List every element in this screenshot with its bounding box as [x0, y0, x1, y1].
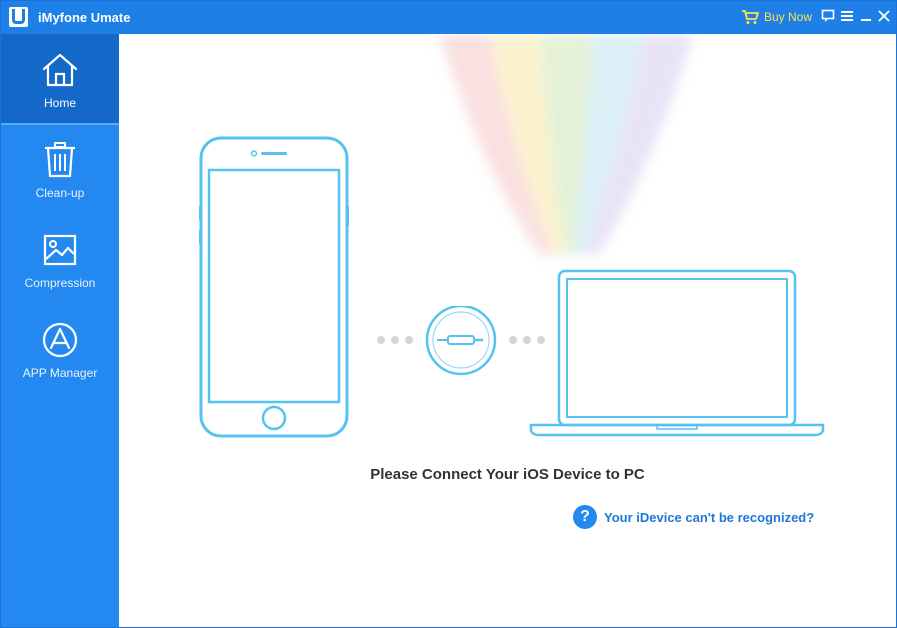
home-icon: [42, 53, 78, 87]
device-not-recognized-link[interactable]: ? Your iDevice can't be recognized?: [573, 505, 814, 529]
iphone-illustration-icon: [199, 136, 349, 438]
question-icon: ?: [573, 505, 597, 529]
close-icon[interactable]: [877, 9, 891, 23]
balloon-background-icon: [439, 34, 694, 254]
sidebar-item-clean-up[interactable]: Clean-up: [1, 124, 119, 214]
sidebar-item-label: Compression: [24, 276, 96, 290]
help-link-label: Your iDevice can't be recognized?: [604, 509, 815, 525]
sidebar-item-label: APP Manager: [22, 366, 98, 380]
image-icon: [43, 234, 77, 266]
feedback-icon[interactable]: [821, 9, 835, 23]
sidebar-item-app-manager[interactable]: APP Manager: [1, 304, 119, 394]
buy-now-label: Buy Now: [764, 10, 813, 24]
laptop-illustration-icon: [529, 269, 825, 437]
menu-icon[interactable]: [840, 9, 854, 23]
usb-connection-icon: [377, 306, 545, 376]
sidebar-item-label: Home: [43, 96, 76, 110]
app-window: iMyfone Umate Buy Now Home Clean-up Comp…: [0, 0, 897, 628]
trash-icon: [45, 142, 75, 178]
app-title: iMyfone Umate: [38, 10, 131, 25]
connect-message: Please Connect Your iOS Device to PC: [370, 466, 645, 483]
buy-now-button[interactable]: Buy Now: [741, 8, 812, 26]
main-content: Please Connect Your iOS Device to PC ? Y…: [119, 34, 896, 627]
sidebar-item-home[interactable]: Home: [1, 34, 119, 125]
minimize-icon[interactable]: [859, 9, 873, 23]
sidebar: Home Clean-up Compression APP Manager: [1, 34, 119, 627]
sidebar-item-label: Clean-up: [35, 186, 85, 200]
app-store-icon: [42, 322, 78, 358]
title-bar: iMyfone Umate Buy Now: [1, 1, 896, 34]
cart-icon: [742, 10, 759, 24]
app-logo-icon: [9, 7, 28, 27]
sidebar-item-compression[interactable]: Compression: [1, 214, 119, 304]
